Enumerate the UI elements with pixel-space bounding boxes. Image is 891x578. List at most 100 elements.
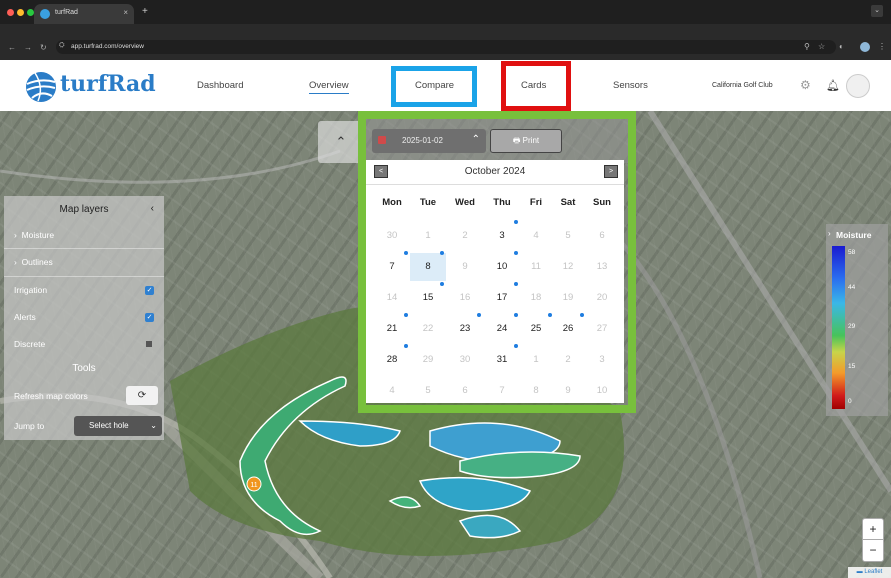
data-available-dot	[404, 313, 408, 317]
calendar-day[interactable]: 5	[550, 222, 586, 250]
calendar-day[interactable]: 28	[374, 346, 410, 374]
calendar-day[interactable]: 14	[374, 284, 410, 312]
collapse-panel-icon[interactable]: ‹	[151, 203, 154, 214]
divider	[4, 276, 164, 277]
calendar-day[interactable]: 8	[518, 377, 554, 405]
hole-marker-label[interactable]: 11	[250, 482, 257, 489]
jump-to-select[interactable]: Select hole ⌄	[74, 416, 162, 436]
calendar-day[interactable]: 27	[584, 315, 620, 343]
calendar-day[interactable]: 3	[584, 346, 620, 374]
calendar-day[interactable]: 25	[518, 315, 554, 343]
profile-icon[interactable]	[860, 42, 870, 52]
calendar-day[interactable]: 26	[550, 315, 586, 343]
calendar-day[interactable]: 7	[484, 377, 520, 405]
next-month-button[interactable]: >	[604, 165, 618, 178]
window-menu-icon[interactable]: ⌄	[871, 5, 883, 17]
date-picker-button[interactable]: 2025-01-02 ⌃	[372, 129, 486, 153]
calendar-day[interactable]: 16	[447, 284, 483, 312]
calendar-month-label: October 2024	[464, 166, 526, 177]
calendar-day[interactable]: 13	[584, 253, 620, 281]
calendar-icon	[378, 136, 386, 144]
calendar-day-selected[interactable]: 8	[410, 253, 446, 281]
nav-cards[interactable]: Cards	[521, 80, 546, 91]
calendar-day[interactable]: 7	[374, 253, 410, 281]
turfrad-logo-icon[interactable]	[24, 70, 58, 104]
url-text: app.turfrad.com/overview	[71, 43, 144, 50]
weekday-header: Sun	[593, 197, 611, 208]
calendar-day[interactable]: 9	[447, 253, 483, 281]
discrete-toggle[interactable]	[146, 341, 152, 347]
calendar-day[interactable]: 6	[584, 222, 620, 250]
settings-gear-icon[interactable]: ⚙	[800, 78, 811, 92]
extension-icon[interactable]: ◐	[839, 42, 844, 51]
calendar-day[interactable]: 6	[447, 377, 483, 405]
tools-title: Tools	[72, 363, 96, 374]
zoom-out-button[interactable]: −	[863, 540, 883, 561]
calendar-day[interactable]: 1	[410, 222, 446, 250]
layer-discrete-label: Discrete	[14, 339, 46, 349]
calendar-day[interactable]: 24	[484, 315, 520, 343]
calendar-day[interactable]: 2	[550, 346, 586, 374]
nav-sensors[interactable]: Sensors	[613, 80, 648, 91]
user-avatar[interactable]	[846, 74, 870, 98]
logo-text[interactable]: turfRad	[60, 71, 156, 97]
calendar-day[interactable]: 10	[484, 253, 520, 281]
calendar-day[interactable]: 4	[374, 377, 410, 405]
tab-close-icon[interactable]: ×	[123, 8, 128, 17]
url-input[interactable]: ⛭ app.turfrad.com/overview	[56, 40, 836, 54]
notification-bell-icon[interactable]: 🔔︎	[826, 79, 840, 92]
layer-outlines[interactable]: › Outlines	[14, 257, 53, 267]
refresh-map-colors-button[interactable]: ⟳	[126, 386, 158, 405]
new-tab-icon[interactable]: +	[142, 6, 148, 17]
calendar-day[interactable]: 5	[410, 377, 446, 405]
layer-moisture[interactable]: › Moisture	[14, 230, 54, 240]
calendar-day[interactable]: 31	[484, 346, 520, 374]
calendar-day[interactable]: 9	[550, 377, 586, 405]
browser-tab[interactable]: turfRad ×	[34, 4, 134, 24]
nav-dashboard[interactable]: Dashboard	[197, 80, 243, 91]
calendar-day[interactable]: 29	[410, 346, 446, 374]
nav-compare[interactable]: Compare	[415, 80, 454, 91]
window-minimize-icon[interactable]	[17, 9, 24, 16]
window-maximize-icon[interactable]	[27, 9, 34, 16]
browser-menu-icon[interactable]: ⋮	[878, 42, 886, 51]
alerts-checkbox[interactable]: ✓	[145, 313, 154, 322]
calendar-day[interactable]: 3	[484, 222, 520, 250]
calendar-day[interactable]: 11	[518, 253, 554, 281]
expand-legend-icon[interactable]: ›	[828, 229, 831, 238]
calendar-day[interactable]: 20	[584, 284, 620, 312]
calendar-day[interactable]: 30	[374, 222, 410, 250]
reload-icon[interactable]: ↻	[40, 43, 47, 52]
calendar-day[interactable]: 15	[410, 284, 446, 312]
moisture-legend: › Moisture 58 44 29 15 0	[826, 224, 888, 416]
divider	[4, 248, 164, 249]
calendar-day[interactable]: 22	[410, 315, 446, 343]
window-close-icon[interactable]	[7, 9, 14, 16]
bookmark-star-icon[interactable]: ☆	[818, 42, 825, 51]
nav-overview[interactable]: Overview	[309, 80, 349, 94]
irrigation-checkbox[interactable]: ✓	[145, 286, 154, 295]
calendar-day[interactable]: 19	[550, 284, 586, 312]
zoom-lens-icon[interactable]: ⚲	[804, 42, 810, 51]
data-available-dot	[404, 251, 408, 255]
site-info-icon[interactable]: ⛭	[59, 42, 65, 50]
calendar-day[interactable]: 18	[518, 284, 554, 312]
leaflet-attribution[interactable]: ▬ Leaflet	[848, 567, 891, 578]
calendar-day[interactable]: 17	[484, 284, 520, 312]
layer-moisture-label: Moisture	[21, 230, 55, 240]
forward-icon[interactable]: →	[24, 43, 32, 52]
calendar-day[interactable]: 4	[518, 222, 554, 250]
back-icon[interactable]: ←	[8, 43, 16, 52]
calendar-day[interactable]: 12	[550, 253, 586, 281]
club-selector[interactable]: California Golf Club	[712, 82, 773, 89]
calendar-day[interactable]: 10	[584, 377, 620, 405]
calendar-day[interactable]: 2	[447, 222, 483, 250]
zoom-in-button[interactable]: +	[863, 519, 883, 540]
printer-icon: 🖶︎	[512, 136, 521, 145]
calendar-day[interactable]: 30	[447, 346, 483, 374]
browser-tab-bar: turfRad × + ⌄	[0, 0, 891, 24]
calendar-day[interactable]: 23	[447, 315, 483, 343]
calendar-day[interactable]: 21	[374, 315, 410, 343]
calendar-day[interactable]: 1	[518, 346, 554, 374]
print-button[interactable]: 🖶︎ Print	[490, 129, 562, 153]
